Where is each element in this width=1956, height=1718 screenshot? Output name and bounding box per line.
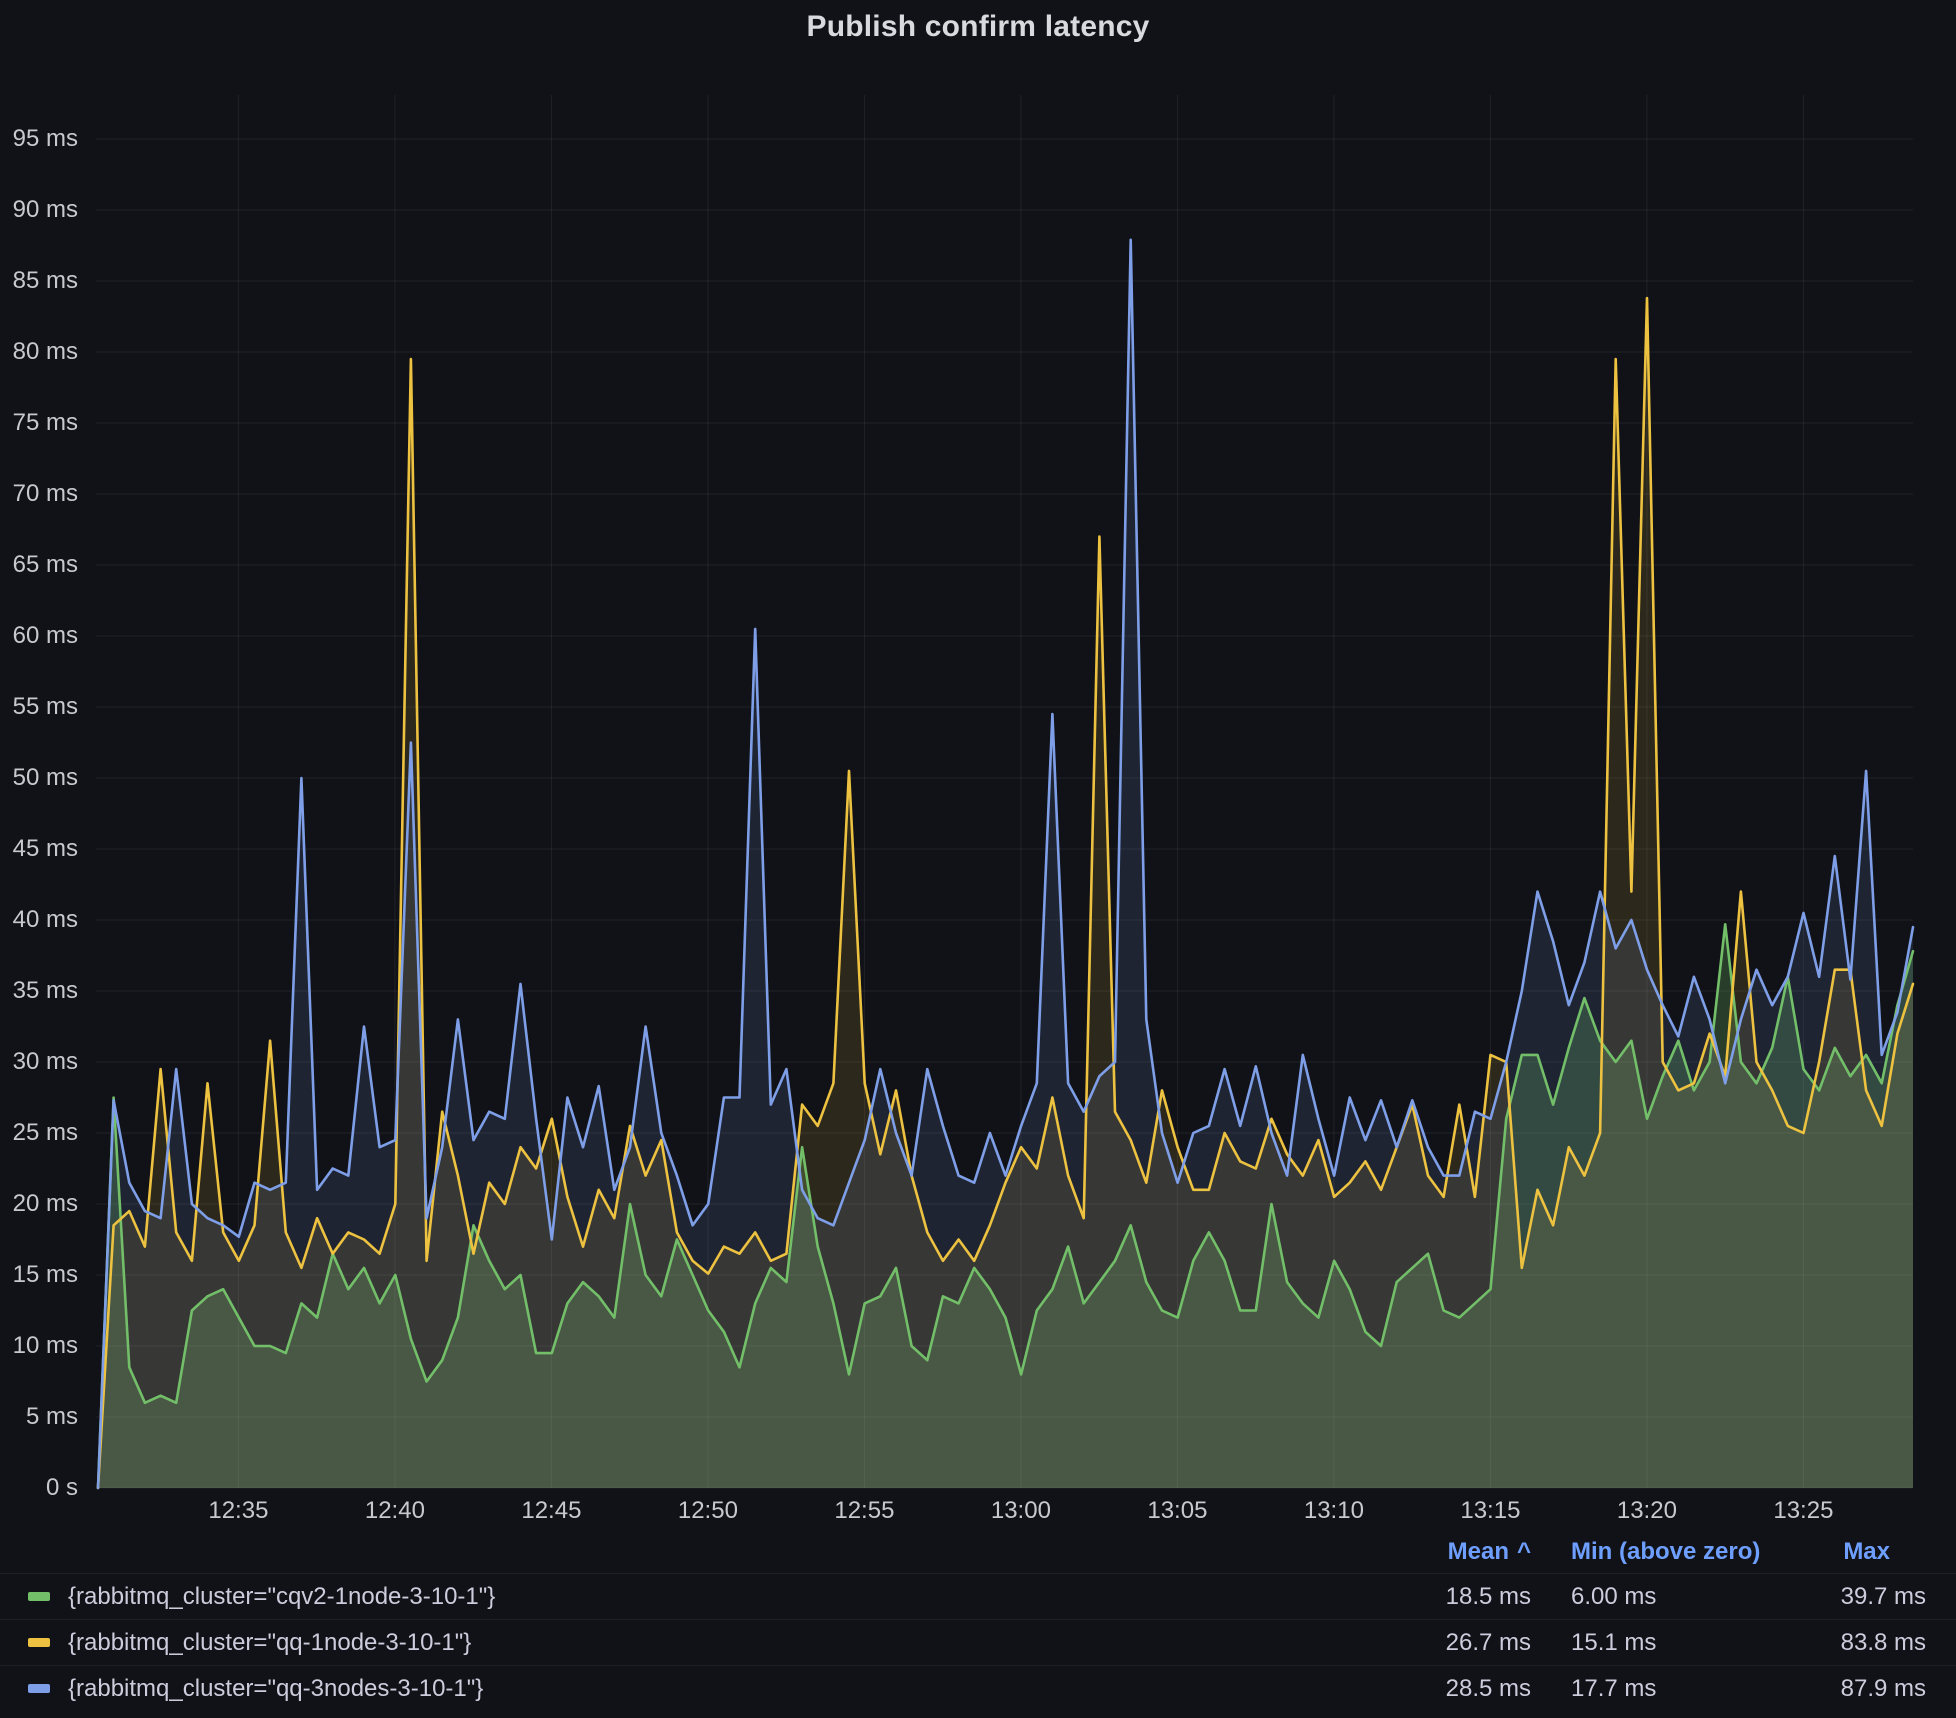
- y-tick-label: 60 ms: [0, 622, 78, 650]
- series-toggle-qq-3nodes[interactable]: {rabbitmq_cluster="qq-3nodes-3-10-1"}: [28, 1675, 1351, 1703]
- legend-sort-mean[interactable]: Mean ^: [1351, 1538, 1531, 1566]
- x-tick-label: 13:00: [961, 1497, 1081, 1525]
- series-color-swatch-blue[interactable]: [28, 1684, 50, 1693]
- y-tick-label: 40 ms: [0, 906, 78, 934]
- stat-mean: 28.5 ms: [1351, 1675, 1531, 1703]
- legend-sort-max[interactable]: Max: [1781, 1538, 1926, 1566]
- mean-header-label: Mean: [1448, 1538, 1509, 1565]
- stat-mean: 26.7 ms: [1351, 1629, 1531, 1657]
- x-tick-label: 13:05: [1117, 1497, 1237, 1525]
- stat-min: 17.7 ms: [1531, 1675, 1781, 1703]
- min-header-label: Min (above zero): [1571, 1538, 1760, 1565]
- y-tick-label: 85 ms: [0, 267, 78, 295]
- series-label: {rabbitmq_cluster="qq-1node-3-10-1"}: [68, 1629, 471, 1657]
- x-tick-label: 13:15: [1430, 1497, 1550, 1525]
- y-axis: 0 s5 ms10 ms15 ms20 ms25 ms30 ms35 ms40 …: [0, 0, 90, 1508]
- legend-header-row: Mean ^ Min (above zero) Max: [0, 1531, 1956, 1573]
- y-tick-label: 30 ms: [0, 1048, 78, 1076]
- stat-max: 83.8 ms: [1781, 1629, 1926, 1657]
- max-header-label: Max: [1843, 1538, 1890, 1565]
- series-label: {rabbitmq_cluster="qq-3nodes-3-10-1"}: [68, 1675, 483, 1703]
- y-tick-label: 55 ms: [0, 693, 78, 721]
- series-toggle-qq-1node[interactable]: {rabbitmq_cluster="qq-1node-3-10-1"}: [28, 1629, 1351, 1657]
- y-tick-label: 80 ms: [0, 338, 78, 366]
- y-tick-label: 95 ms: [0, 125, 78, 153]
- y-tick-label: 75 ms: [0, 409, 78, 437]
- x-tick-label: 12:35: [178, 1497, 298, 1525]
- x-tick-label: 12:45: [491, 1497, 611, 1525]
- stat-min: 15.1 ms: [1531, 1629, 1781, 1657]
- y-tick-label: 70 ms: [0, 480, 78, 508]
- series-label: {rabbitmq_cluster="cqv2-1node-3-10-1"}: [68, 1583, 495, 1611]
- y-tick-label: 20 ms: [0, 1190, 78, 1218]
- y-tick-label: 35 ms: [0, 977, 78, 1005]
- series-color-swatch-green[interactable]: [28, 1592, 50, 1601]
- y-tick-label: 10 ms: [0, 1332, 78, 1360]
- y-tick-label: 90 ms: [0, 196, 78, 224]
- x-tick-label: 13:20: [1587, 1497, 1707, 1525]
- x-tick-label: 12:50: [648, 1497, 768, 1525]
- y-tick-label: 25 ms: [0, 1119, 78, 1147]
- y-tick-label: 50 ms: [0, 764, 78, 792]
- stat-mean: 18.5 ms: [1351, 1583, 1531, 1611]
- y-tick-label: 5 ms: [0, 1403, 78, 1431]
- series-color-swatch-yellow[interactable]: [28, 1638, 50, 1647]
- legend-row-qq-1node: {rabbitmq_cluster="qq-1node-3-10-1"} 26.…: [0, 1619, 1956, 1665]
- x-tick-label: 13:10: [1274, 1497, 1394, 1525]
- stat-max: 87.9 ms: [1781, 1675, 1926, 1703]
- x-tick-label: 12:40: [335, 1497, 455, 1525]
- legend-row-qq-3nodes: {rabbitmq_cluster="qq-3nodes-3-10-1"} 28…: [0, 1665, 1956, 1711]
- time-series-chart[interactable]: [0, 0, 1956, 1718]
- y-tick-label: 65 ms: [0, 551, 78, 579]
- x-tick-label: 13:25: [1743, 1497, 1863, 1525]
- x-axis: 12:35 12:40 12:45 12:50 12:55 13:00 13:05 13:10…: [0, 1497, 1956, 1527]
- sort-caret-icon: ^: [1517, 1538, 1531, 1565]
- x-tick-label: 12:55: [804, 1497, 924, 1525]
- legend-sort-min[interactable]: Min (above zero): [1531, 1538, 1781, 1566]
- y-tick-label: 45 ms: [0, 835, 78, 863]
- stat-min: 6.00 ms: [1531, 1583, 1781, 1611]
- stat-max: 39.7 ms: [1781, 1583, 1926, 1611]
- y-tick-label: 15 ms: [0, 1261, 78, 1289]
- legend-row-cqv2-1node: {rabbitmq_cluster="cqv2-1node-3-10-1"} 1…: [0, 1573, 1956, 1619]
- series-toggle-cqv2-1node[interactable]: {rabbitmq_cluster="cqv2-1node-3-10-1"}: [28, 1583, 1351, 1611]
- grafana-panel: Publish confirm latency 0 s5 ms10 ms15 m…: [0, 0, 1956, 1718]
- legend-table: Mean ^ Min (above zero) Max {rabbitmq_clu…: [0, 1531, 1956, 1711]
